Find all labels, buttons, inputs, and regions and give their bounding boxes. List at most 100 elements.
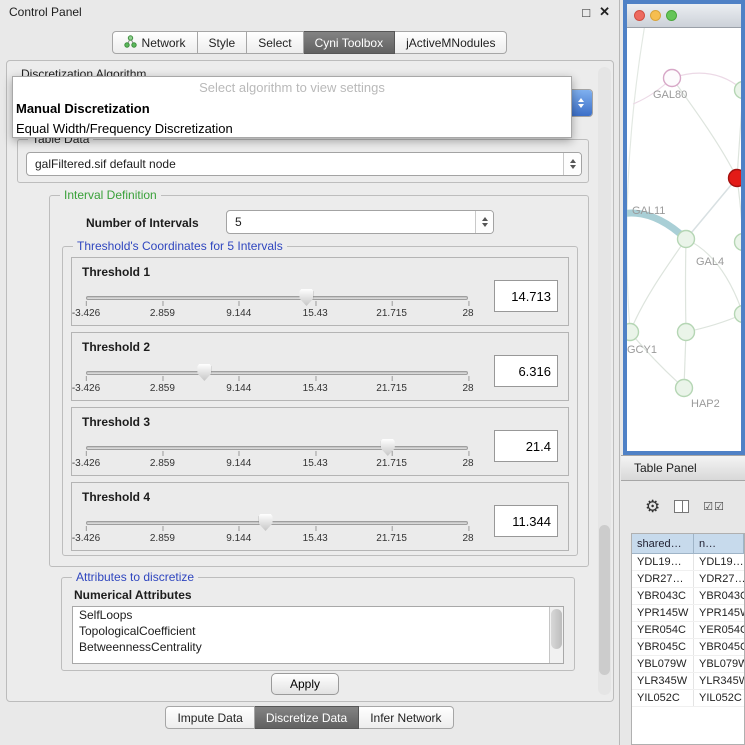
cyni-settings-panel: Discretization Algorithm Table Data galF…	[6, 60, 614, 702]
network-edge[interactable]	[672, 73, 741, 90]
table-row[interactable]: YBR045C YBR045C	[632, 639, 744, 656]
slider-tick-label: 28	[462, 383, 473, 394]
dropdown-option-manual-discretization[interactable]: Manual Discretization	[13, 98, 571, 118]
slider-track[interactable]	[86, 371, 468, 375]
screen: { "titlebar": { "title": "Control Panel"…	[0, 0, 745, 745]
network-node[interactable]	[735, 234, 742, 251]
network-edge[interactable]	[737, 178, 741, 242]
select-columns-icon[interactable]: ☑☑	[703, 500, 725, 513]
number-of-intervals-combobox[interactable]: 5	[226, 210, 494, 234]
slider-track[interactable]	[86, 446, 468, 450]
threshold-value-input[interactable]	[494, 355, 558, 387]
dropdown-option-equal-width[interactable]: Equal Width/Frequency Discretization	[13, 118, 571, 138]
tab-select[interactable]: Select	[247, 31, 303, 54]
arrow-down-icon	[482, 223, 488, 230]
table-row[interactable]: YER054C YER054C	[632, 622, 744, 639]
close-icon[interactable]: ✕	[599, 4, 610, 20]
slider-thumb[interactable]	[299, 289, 313, 306]
network-node[interactable]	[678, 231, 695, 248]
table-cell-shared-name: YBL079W	[632, 656, 694, 672]
attribute-item[interactable]: TopologicalCoefficient	[73, 623, 563, 639]
table-cell-shared-name: YDL19…	[632, 554, 694, 570]
network-graph[interactable]: GAL80GAL11GAL4GCY1HAP2	[627, 28, 741, 427]
slider-track[interactable]	[86, 521, 468, 525]
table-row[interactable]: YIL052C YIL052C	[632, 690, 744, 707]
table-row[interactable]: YBR043C YBR043C	[632, 588, 744, 605]
threshold-value-input[interactable]	[494, 505, 558, 537]
table-row[interactable]: YBL079W YBL079W	[632, 656, 744, 673]
gear-icon[interactable]: ⚙	[645, 498, 660, 515]
network-node[interactable]	[664, 70, 681, 87]
network-node[interactable]	[735, 306, 742, 323]
network-edge[interactable]	[686, 239, 741, 314]
table-rows: YDL19… YDL19… YDR27… YDR27… YBR043C YBR0…	[632, 554, 744, 707]
attribute-item[interactable]: SelfLoops	[73, 607, 563, 623]
numerical-attributes-list[interactable]: SelfLoopsTopologicalCoefficientBetweenne…	[72, 606, 564, 664]
minimize-traffic-light-icon[interactable]	[650, 10, 661, 21]
column-header-shared-name[interactable]: shared…	[632, 534, 694, 554]
threshold-slider[interactable]: -3.4262.8599.14415.4321.71528	[86, 363, 468, 397]
slider-thumb[interactable]	[197, 364, 211, 381]
apply-button[interactable]: Apply	[271, 673, 339, 695]
threshold-slider[interactable]: -3.4262.8599.14415.4321.71528	[86, 438, 468, 472]
slider-thumb[interactable]	[381, 439, 395, 456]
network-edge[interactable]	[630, 332, 684, 388]
tab-network[interactable]: Network	[112, 31, 198, 54]
slider-tick-label: -3.426	[72, 308, 100, 319]
combo-stepper-icon[interactable]	[563, 153, 581, 175]
threshold-panel: Threshold 1 -3.4262.8599.14415.4321.7152…	[71, 257, 569, 326]
table-row[interactable]: YDR27… YDR27…	[632, 571, 744, 588]
columns-icon[interactable]	[674, 500, 689, 513]
slider-tick-label: 21.715	[376, 308, 407, 319]
table-row[interactable]: YPR145W YPR145W	[632, 605, 744, 622]
network-view-window[interactable]: GAL80GAL11GAL4GCY1HAP2	[623, 0, 745, 455]
tab-jactivemnodules[interactable]: jActiveMNodules	[395, 31, 507, 54]
network-edge[interactable]	[686, 239, 687, 332]
network-edge[interactable]	[627, 28, 645, 332]
interval-definition-title: Interval Definition	[60, 188, 161, 202]
threshold-slider[interactable]: -3.4262.8599.14415.4321.71528	[86, 288, 468, 322]
tab-style[interactable]: Style	[198, 31, 248, 54]
table-data-combobox-value: galFiltered.sif default node	[27, 153, 563, 175]
float-window-icon[interactable]: □	[582, 5, 590, 20]
tab-impute-data-label: Impute Data	[177, 711, 242, 725]
table-panel-title: Table Panel	[634, 461, 697, 475]
list-scrollbar[interactable]	[549, 607, 563, 663]
node-label: GAL11	[632, 205, 665, 217]
network-node[interactable]	[676, 380, 693, 397]
tab-impute-data[interactable]: Impute Data	[165, 706, 254, 729]
list-scrollbar-thumb[interactable]	[551, 609, 562, 649]
tab-discretize-data[interactable]: Discretize Data	[255, 706, 359, 729]
threshold-panel: Threshold 2 -3.4262.8599.14415.4321.7152…	[71, 332, 569, 401]
slider-tick-label: -3.426	[72, 533, 100, 544]
column-header-name[interactable]: n…	[694, 534, 744, 554]
network-node[interactable]	[729, 170, 742, 187]
combo-stepper-icon[interactable]	[475, 211, 493, 233]
slider-tick-label: 15.43	[303, 383, 328, 394]
slider-thumb[interactable]	[259, 514, 273, 531]
table-row[interactable]: YDL19… YDL19…	[632, 554, 744, 571]
tab-cyni-toolbox[interactable]: Cyni Toolbox	[304, 31, 395, 54]
threshold-slider[interactable]: -3.4262.8599.14415.4321.71528	[86, 513, 468, 547]
slider-ticks: -3.4262.8599.14415.4321.71528	[86, 458, 468, 471]
panel-scrollbar-thumb[interactable]	[599, 525, 610, 675]
attribute-item[interactable]: BetweennessCentrality	[73, 639, 563, 655]
network-edge[interactable]	[630, 239, 686, 332]
threshold-value-input[interactable]	[494, 430, 558, 462]
threshold-value-input[interactable]	[494, 280, 558, 312]
network-edge[interactable]	[686, 178, 737, 239]
table-cell-name: YDR27…	[694, 571, 744, 587]
dropdown-placeholder-option[interactable]: Select algorithm to view settings	[13, 77, 571, 98]
close-traffic-light-icon[interactable]	[634, 10, 645, 21]
table-row[interactable]: YLR345W YLR345W	[632, 673, 744, 690]
table-data-combobox[interactable]: galFiltered.sif default node	[26, 152, 582, 176]
network-window-titlebar[interactable]	[627, 4, 741, 28]
network-canvas[interactable]: GAL80GAL11GAL4GCY1HAP2	[627, 28, 741, 427]
slider-track[interactable]	[86, 296, 468, 300]
network-edge[interactable]	[737, 90, 741, 178]
zoom-traffic-light-icon[interactable]	[666, 10, 677, 21]
panel-scrollbar[interactable]	[598, 67, 611, 695]
network-node[interactable]	[678, 324, 695, 341]
tab-infer-network[interactable]: Infer Network	[359, 706, 453, 729]
network-node[interactable]	[627, 324, 639, 341]
